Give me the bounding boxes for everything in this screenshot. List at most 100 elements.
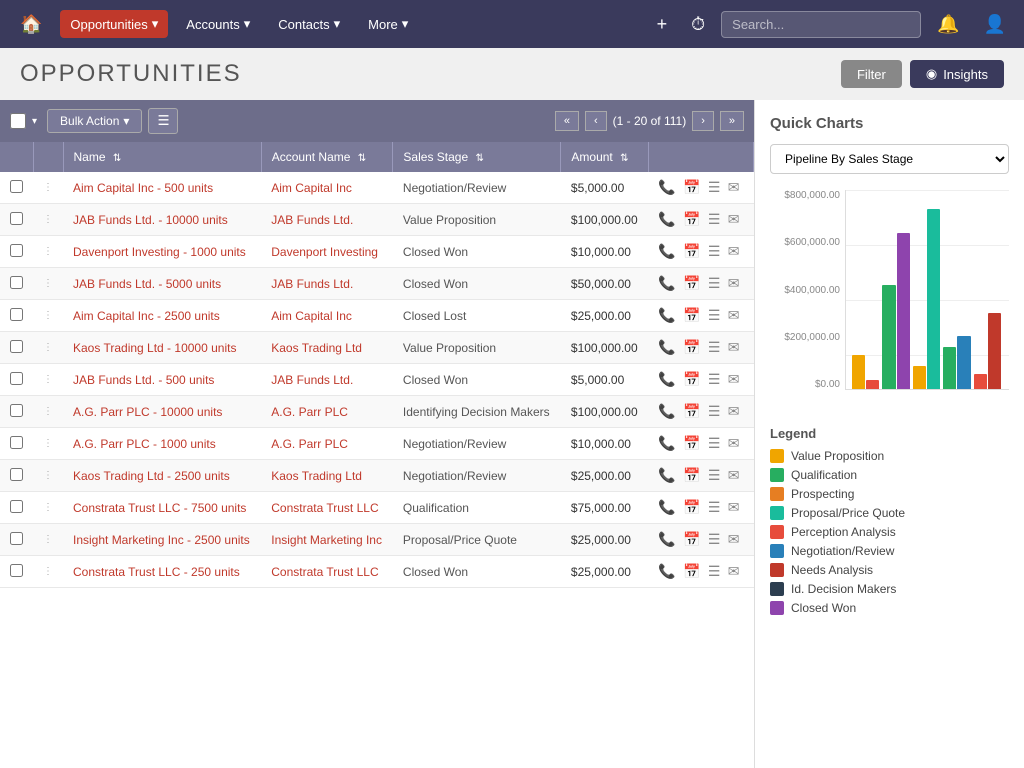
call-icon[interactable]: 📞: [658, 371, 675, 387]
calendar-icon[interactable]: 📅: [683, 275, 700, 291]
account-link-10[interactable]: Constrata Trust LLC: [271, 501, 378, 515]
add-button[interactable]: +: [649, 8, 676, 41]
email-icon[interactable]: ✉: [728, 499, 740, 515]
bar-3-0[interactable]: [943, 347, 956, 389]
first-page-button[interactable]: «: [555, 111, 579, 131]
email-icon[interactable]: ✉: [728, 243, 740, 259]
opportunity-link-11[interactable]: Insight Marketing Inc - 2500 units: [73, 533, 250, 547]
account-link-6[interactable]: JAB Funds Ltd.: [271, 373, 353, 387]
row-checkbox-2[interactable]: [10, 244, 23, 257]
opportunity-link-12[interactable]: Constrata Trust LLC - 250 units: [73, 565, 240, 579]
account-link-12[interactable]: Constrata Trust LLC: [271, 565, 378, 579]
call-icon[interactable]: 📞: [658, 307, 675, 323]
list-icon[interactable]: ☰: [708, 531, 721, 547]
opportunity-link-5[interactable]: Kaos Trading Ltd - 10000 units: [73, 341, 236, 355]
call-icon[interactable]: 📞: [658, 435, 675, 451]
list-icon[interactable]: ☰: [708, 371, 721, 387]
calendar-icon[interactable]: 📅: [683, 307, 700, 323]
email-icon[interactable]: ✉: [728, 179, 740, 195]
opportunity-link-1[interactable]: JAB Funds Ltd. - 10000 units: [73, 213, 228, 227]
chart-type-select[interactable]: Pipeline By Sales Stage Pipeline By Lead…: [770, 144, 1009, 174]
row-checkbox-5[interactable]: [10, 340, 23, 353]
calendar-icon[interactable]: 📅: [683, 563, 700, 579]
account-link-11[interactable]: Insight Marketing Inc: [271, 533, 382, 547]
col-stage[interactable]: Sales Stage ⇅: [393, 142, 561, 172]
account-link-7[interactable]: A.G. Parr PLC: [271, 405, 348, 419]
bar-2-0[interactable]: [913, 366, 926, 389]
list-icon[interactable]: ☰: [708, 243, 721, 259]
nav-more[interactable]: More ▾: [358, 10, 418, 38]
account-link-0[interactable]: Aim Capital Inc: [271, 181, 352, 195]
nav-accounts[interactable]: Accounts ▾: [176, 10, 260, 38]
account-link-8[interactable]: A.G. Parr PLC: [271, 437, 348, 451]
email-icon[interactable]: ✉: [728, 275, 740, 291]
list-icon[interactable]: ☰: [708, 179, 721, 195]
opportunity-link-0[interactable]: Aim Capital Inc - 500 units: [73, 181, 213, 195]
filter-button[interactable]: Filter: [841, 60, 902, 88]
row-checkbox-11[interactable]: [10, 532, 23, 545]
col-account[interactable]: Account Name ⇅: [261, 142, 393, 172]
call-icon[interactable]: 📞: [658, 499, 675, 515]
email-icon[interactable]: ✉: [728, 371, 740, 387]
bar-0-0[interactable]: [852, 355, 865, 389]
bar-0-1[interactable]: [866, 380, 879, 390]
list-icon[interactable]: ☰: [708, 467, 721, 483]
bulk-action-button[interactable]: Bulk Action ▾: [47, 109, 142, 133]
row-checkbox-1[interactable]: [10, 212, 23, 225]
home-button[interactable]: 🏠: [10, 8, 52, 41]
list-icon[interactable]: ☰: [708, 499, 721, 515]
opportunity-link-10[interactable]: Constrata Trust LLC - 7500 units: [73, 501, 246, 515]
history-button[interactable]: ⏱: [683, 8, 713, 41]
bar-2-1[interactable]: [927, 209, 940, 390]
calendar-icon[interactable]: 📅: [683, 435, 700, 451]
account-link-4[interactable]: Aim Capital Inc: [271, 309, 352, 323]
bar-4-1[interactable]: [988, 313, 1001, 389]
row-checkbox-7[interactable]: [10, 404, 23, 417]
email-icon[interactable]: ✉: [728, 403, 740, 419]
opportunity-link-7[interactable]: A.G. Parr PLC - 10000 units: [73, 405, 222, 419]
nav-opportunities[interactable]: Opportunities ▾: [60, 10, 168, 38]
row-checkbox-10[interactable]: [10, 500, 23, 513]
bar-3-1[interactable]: [957, 336, 970, 389]
opportunity-link-4[interactable]: Aim Capital Inc - 2500 units: [73, 309, 220, 323]
calendar-icon[interactable]: 📅: [683, 371, 700, 387]
list-icon[interactable]: ☰: [708, 403, 721, 419]
notifications-button[interactable]: 🔔: [929, 8, 967, 41]
calendar-icon[interactable]: 📅: [683, 243, 700, 259]
call-icon[interactable]: 📞: [658, 563, 675, 579]
opportunity-link-6[interactable]: JAB Funds Ltd. - 500 units: [73, 373, 214, 387]
list-icon[interactable]: ☰: [708, 211, 721, 227]
calendar-icon[interactable]: 📅: [683, 467, 700, 483]
email-icon[interactable]: ✉: [728, 531, 740, 547]
account-link-5[interactable]: Kaos Trading Ltd: [271, 341, 362, 355]
calendar-icon[interactable]: 📅: [683, 211, 700, 227]
account-link-3[interactable]: JAB Funds Ltd.: [271, 277, 353, 291]
call-icon[interactable]: 📞: [658, 403, 675, 419]
search-input[interactable]: [721, 11, 921, 38]
list-icon[interactable]: ☰: [708, 563, 721, 579]
insights-button[interactable]: ◉ Insights: [910, 60, 1004, 88]
account-link-9[interactable]: Kaos Trading Ltd: [271, 469, 362, 483]
email-icon[interactable]: ✉: [728, 307, 740, 323]
email-icon[interactable]: ✉: [728, 211, 740, 227]
row-checkbox-12[interactable]: [10, 564, 23, 577]
next-page-button[interactable]: ›: [692, 111, 714, 131]
col-amount[interactable]: Amount ⇅: [561, 142, 648, 172]
select-dropdown-chevron[interactable]: ▾: [28, 114, 41, 129]
row-checkbox-0[interactable]: [10, 180, 23, 193]
row-checkbox-6[interactable]: [10, 372, 23, 385]
opportunity-link-3[interactable]: JAB Funds Ltd. - 5000 units: [73, 277, 221, 291]
opportunity-link-9[interactable]: Kaos Trading Ltd - 2500 units: [73, 469, 230, 483]
email-icon[interactable]: ✉: [728, 467, 740, 483]
opportunity-link-2[interactable]: Davenport Investing - 1000 units: [73, 245, 246, 259]
calendar-icon[interactable]: 📅: [683, 531, 700, 547]
call-icon[interactable]: 📞: [658, 339, 675, 355]
user-profile-button[interactable]: 👤: [976, 8, 1014, 41]
email-icon[interactable]: ✉: [728, 435, 740, 451]
account-link-2[interactable]: Davenport Investing: [271, 245, 378, 259]
email-icon[interactable]: ✉: [728, 563, 740, 579]
bar-4-0[interactable]: [974, 374, 987, 389]
calendar-icon[interactable]: 📅: [683, 179, 700, 195]
call-icon[interactable]: 📞: [658, 179, 675, 195]
list-icon[interactable]: ☰: [708, 307, 721, 323]
